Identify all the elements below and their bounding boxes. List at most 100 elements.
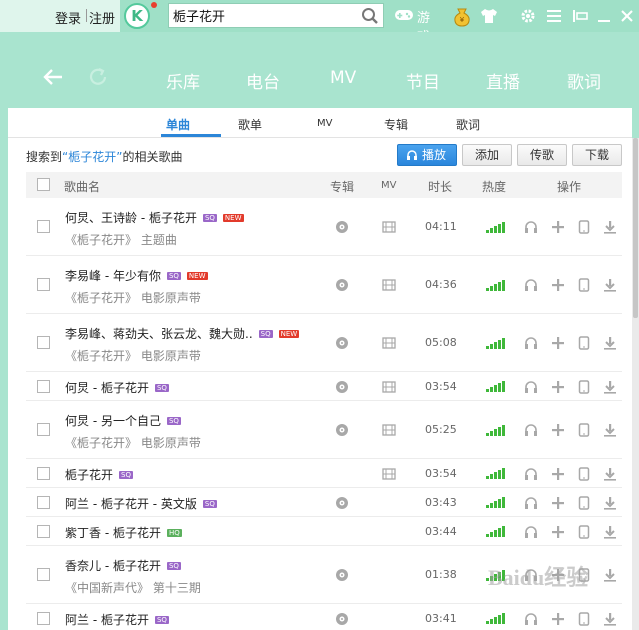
add-plus-icon[interactable] [551,423,565,437]
add-plus-icon[interactable] [551,496,565,510]
download-icon[interactable] [603,568,617,582]
nav-item-shows[interactable]: 节目 [406,68,440,93]
share-button[interactable]: 传歌 [517,144,567,166]
mv-film-icon[interactable] [382,221,396,233]
listen-headphones-icon[interactable] [524,380,538,394]
song-checkbox[interactable] [37,336,50,349]
add-plus-icon[interactable] [551,467,565,481]
listen-headphones-icon[interactable] [524,467,538,481]
send-to-phone-icon[interactable] [578,336,590,350]
mv-film-icon[interactable] [382,424,396,436]
download-icon[interactable] [603,496,617,510]
send-to-phone-icon[interactable] [578,423,590,437]
song-row[interactable]: 阿兰 - 栀子花开 SQ 03:41 [26,604,622,630]
coin-bag-icon[interactable]: ¥ [452,5,472,27]
song-checkbox[interactable] [37,611,50,625]
song-album-subtitle[interactable]: 《栀子花开》 电影原声带 [65,347,201,364]
song-row[interactable]: 阿兰 - 栀子花开 - 英文版 SQ 03:43 [26,488,622,517]
download-all-button[interactable]: 下载 [572,144,622,166]
album-disc-icon[interactable] [335,220,349,234]
album-disc-icon[interactable] [335,336,349,350]
song-row[interactable]: 何炅、王诗龄 - 栀子花开 SQ NEW 《栀子花开》 主题曲 04:11 [26,198,622,256]
refresh-icon[interactable] [87,66,109,88]
login-link[interactable]: 登录 [55,8,81,27]
song-album-subtitle[interactable]: 《栀子花开》 电影原声带 [65,434,201,451]
song-album-subtitle[interactable]: 《栀子花开》 电影原声带 [65,289,201,306]
kugou-logo-icon[interactable]: K [124,3,150,29]
song-checkbox[interactable] [37,220,50,233]
song-title[interactable]: 何炅 - 栀子花开 SQ [65,379,169,396]
download-icon[interactable] [603,380,617,394]
mv-film-icon[interactable] [382,467,396,480]
download-icon[interactable] [603,467,617,481]
song-album-subtitle[interactable]: 《栀子花开》 主题曲 [65,231,177,248]
song-title[interactable]: 香奈儿 - 栀子花开 SQ [65,557,181,574]
search-input[interactable] [173,7,353,24]
register-link[interactable]: 注册 [89,8,115,27]
close-icon[interactable] [620,9,634,23]
send-to-phone-icon[interactable] [578,611,590,626]
album-disc-icon[interactable] [335,612,349,626]
album-disc-icon[interactable] [335,423,349,437]
nav-item-radio[interactable]: 电台 [246,68,280,93]
mv-film-icon[interactable] [382,380,396,393]
song-row[interactable]: 李易峰、蒋劲夫、张云龙、魏大勋.. SQ NEW 《栀子花开》 电影原声带 05:08 [26,314,622,372]
send-to-phone-icon[interactable] [578,379,590,394]
send-to-phone-icon[interactable] [578,220,590,234]
album-disc-icon[interactable] [335,568,349,582]
listen-headphones-icon[interactable] [524,220,538,234]
tab-playlists[interactable]: 歌单 [238,116,262,133]
settings-gear-icon[interactable] [520,8,536,24]
song-title[interactable]: 栀子花开 SQ [65,466,133,483]
scrollbar-thumb[interactable] [633,138,638,318]
tab-lyrics[interactable]: 歌词 [456,116,480,133]
mini-mode-icon[interactable] [572,9,588,23]
send-to-phone-icon[interactable] [578,495,590,510]
add-plus-icon[interactable] [551,525,565,539]
play-button[interactable]: 播放 [397,144,457,166]
download-icon[interactable] [603,525,617,539]
song-title[interactable]: 何炅、王诗龄 - 栀子花开 SQ NEW [65,209,244,226]
song-album-subtitle[interactable]: 《中国新声代》 第十三期 [65,579,201,596]
song-row[interactable]: 紫丁香 - 栀子花开 HQ 03:44 [26,517,622,546]
album-disc-icon[interactable] [335,380,349,394]
send-to-phone-icon[interactable] [578,466,590,481]
song-title[interactable]: 李易峰 - 年少有你 SQ NEW [65,267,208,284]
nav-item-mv[interactable]: MV [330,68,356,88]
tab-albums[interactable]: 专辑 [384,116,408,133]
menu-icon[interactable] [546,9,562,23]
tab-mv[interactable]: MV [317,118,332,129]
game-label[interactable]: 游戏 [417,7,430,45]
song-title[interactable]: 阿兰 - 栀子花开 - 英文版 SQ [65,495,217,512]
add-button[interactable]: 添加 [462,144,512,166]
song-title[interactable]: 何炅 - 另一个自己 SQ [65,412,181,429]
song-checkbox[interactable] [37,524,50,538]
listen-headphones-icon[interactable] [524,336,538,350]
add-plus-icon[interactable] [551,220,565,234]
song-checkbox[interactable] [37,379,50,393]
song-row[interactable]: 栀子花开 SQ 03:54 [26,459,622,488]
gamepad-icon[interactable] [394,8,414,22]
download-icon[interactable] [603,278,617,292]
album-disc-icon[interactable] [335,278,349,292]
listen-headphones-icon[interactable] [524,423,538,437]
download-icon[interactable] [603,612,617,626]
song-title[interactable]: 紫丁香 - 栀子花开 HQ [65,524,182,541]
search-icon[interactable] [361,7,379,25]
song-title[interactable]: 阿兰 - 栀子花开 SQ [65,611,169,628]
song-checkbox[interactable] [37,423,50,436]
scrollbar[interactable] [632,138,639,630]
add-plus-icon[interactable] [551,278,565,292]
song-row[interactable]: 李易峰 - 年少有你 SQ NEW 《栀子花开》 电影原声带 04:36 [26,256,622,314]
minimize-icon[interactable] [597,9,611,23]
back-arrow-icon[interactable] [42,66,64,88]
send-to-phone-icon[interactable] [578,278,590,292]
send-to-phone-icon[interactable] [578,524,590,539]
album-disc-icon[interactable] [335,496,349,510]
download-icon[interactable] [603,220,617,234]
download-icon[interactable] [603,423,617,437]
add-plus-icon[interactable] [551,336,565,350]
song-checkbox[interactable] [37,568,50,581]
listen-headphones-icon[interactable] [524,612,538,626]
listen-headphones-icon[interactable] [524,525,538,539]
